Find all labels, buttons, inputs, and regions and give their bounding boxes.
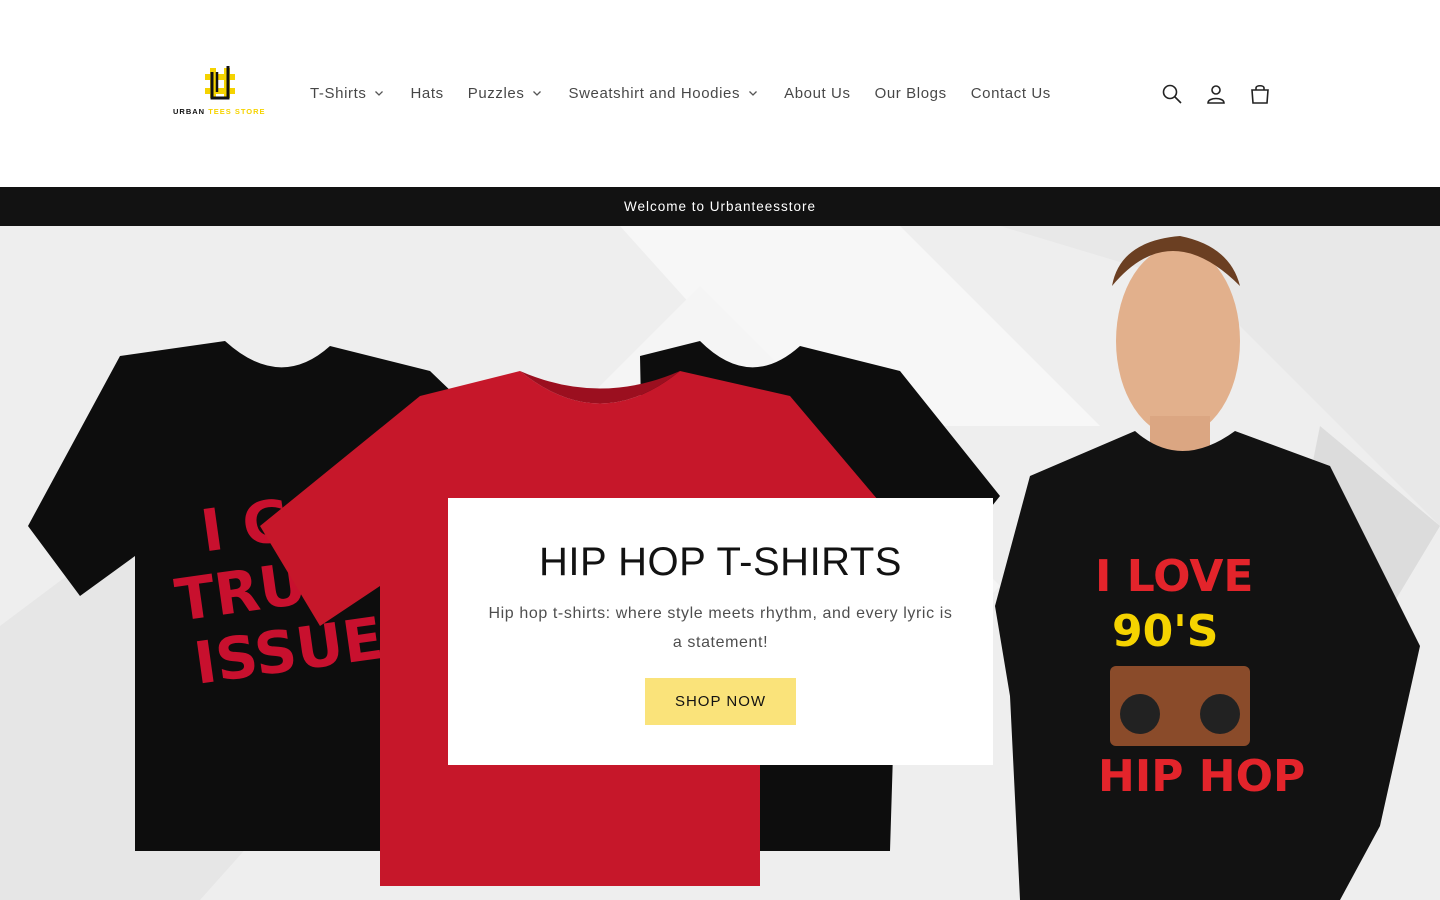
account-button[interactable] (1194, 80, 1238, 108)
header-icons (1150, 80, 1282, 108)
nav-item-tshirts[interactable]: T-Shirts (310, 85, 386, 102)
nav-item-about-us[interactable]: About Us (784, 85, 851, 102)
site-header: URBAN TEES STORE T-Shirts Hats Puzzles S… (0, 0, 1440, 187)
shop-now-button[interactable]: SHOP NOW (645, 678, 796, 725)
chevron-down-icon (533, 91, 542, 96)
announcement-bar: Welcome to Urbanteesstore (0, 187, 1440, 226)
store-logo[interactable]: URBAN TEES STORE (170, 62, 270, 120)
hero-content-box: HIP HOP T-SHIRTS Hip hop t-shirts: where… (448, 498, 993, 765)
nav-item-contact-us[interactable]: Contact Us (971, 85, 1051, 102)
chevron-down-icon (749, 91, 758, 96)
nav-item-puzzles[interactable]: Puzzles (468, 85, 545, 102)
search-button[interactable] (1150, 80, 1194, 108)
hero-subtitle: Hip hop t-shirts: where style meets rhyt… (488, 605, 953, 651)
nav-item-hats[interactable]: Hats (410, 85, 443, 102)
nav-item-sweatshirts-hoodies[interactable]: Sweatshirt and Hoodies (568, 85, 760, 102)
announcement-text: Welcome to Urbanteesstore (623, 199, 817, 214)
cart-button[interactable] (1238, 80, 1282, 108)
nav-item-our-blogs[interactable]: Our Blogs (875, 85, 947, 102)
logo-wordmark: URBAN TEES STORE (173, 107, 266, 116)
main-nav: T-Shirts Hats Puzzles Sweatshirt and Hoo… (310, 82, 1075, 104)
hero-banner: I G TRUS ISSUES I LOVE 90'S HIP HOP HIP … (0, 226, 1440, 900)
chevron-down-icon (375, 91, 384, 96)
search-icon (1162, 84, 1182, 104)
account-icon (1207, 85, 1225, 104)
logo-mark-icon (205, 66, 235, 100)
cart-icon (1251, 84, 1269, 104)
hero-title: HIP HOP T-SHIRTS (539, 540, 902, 584)
